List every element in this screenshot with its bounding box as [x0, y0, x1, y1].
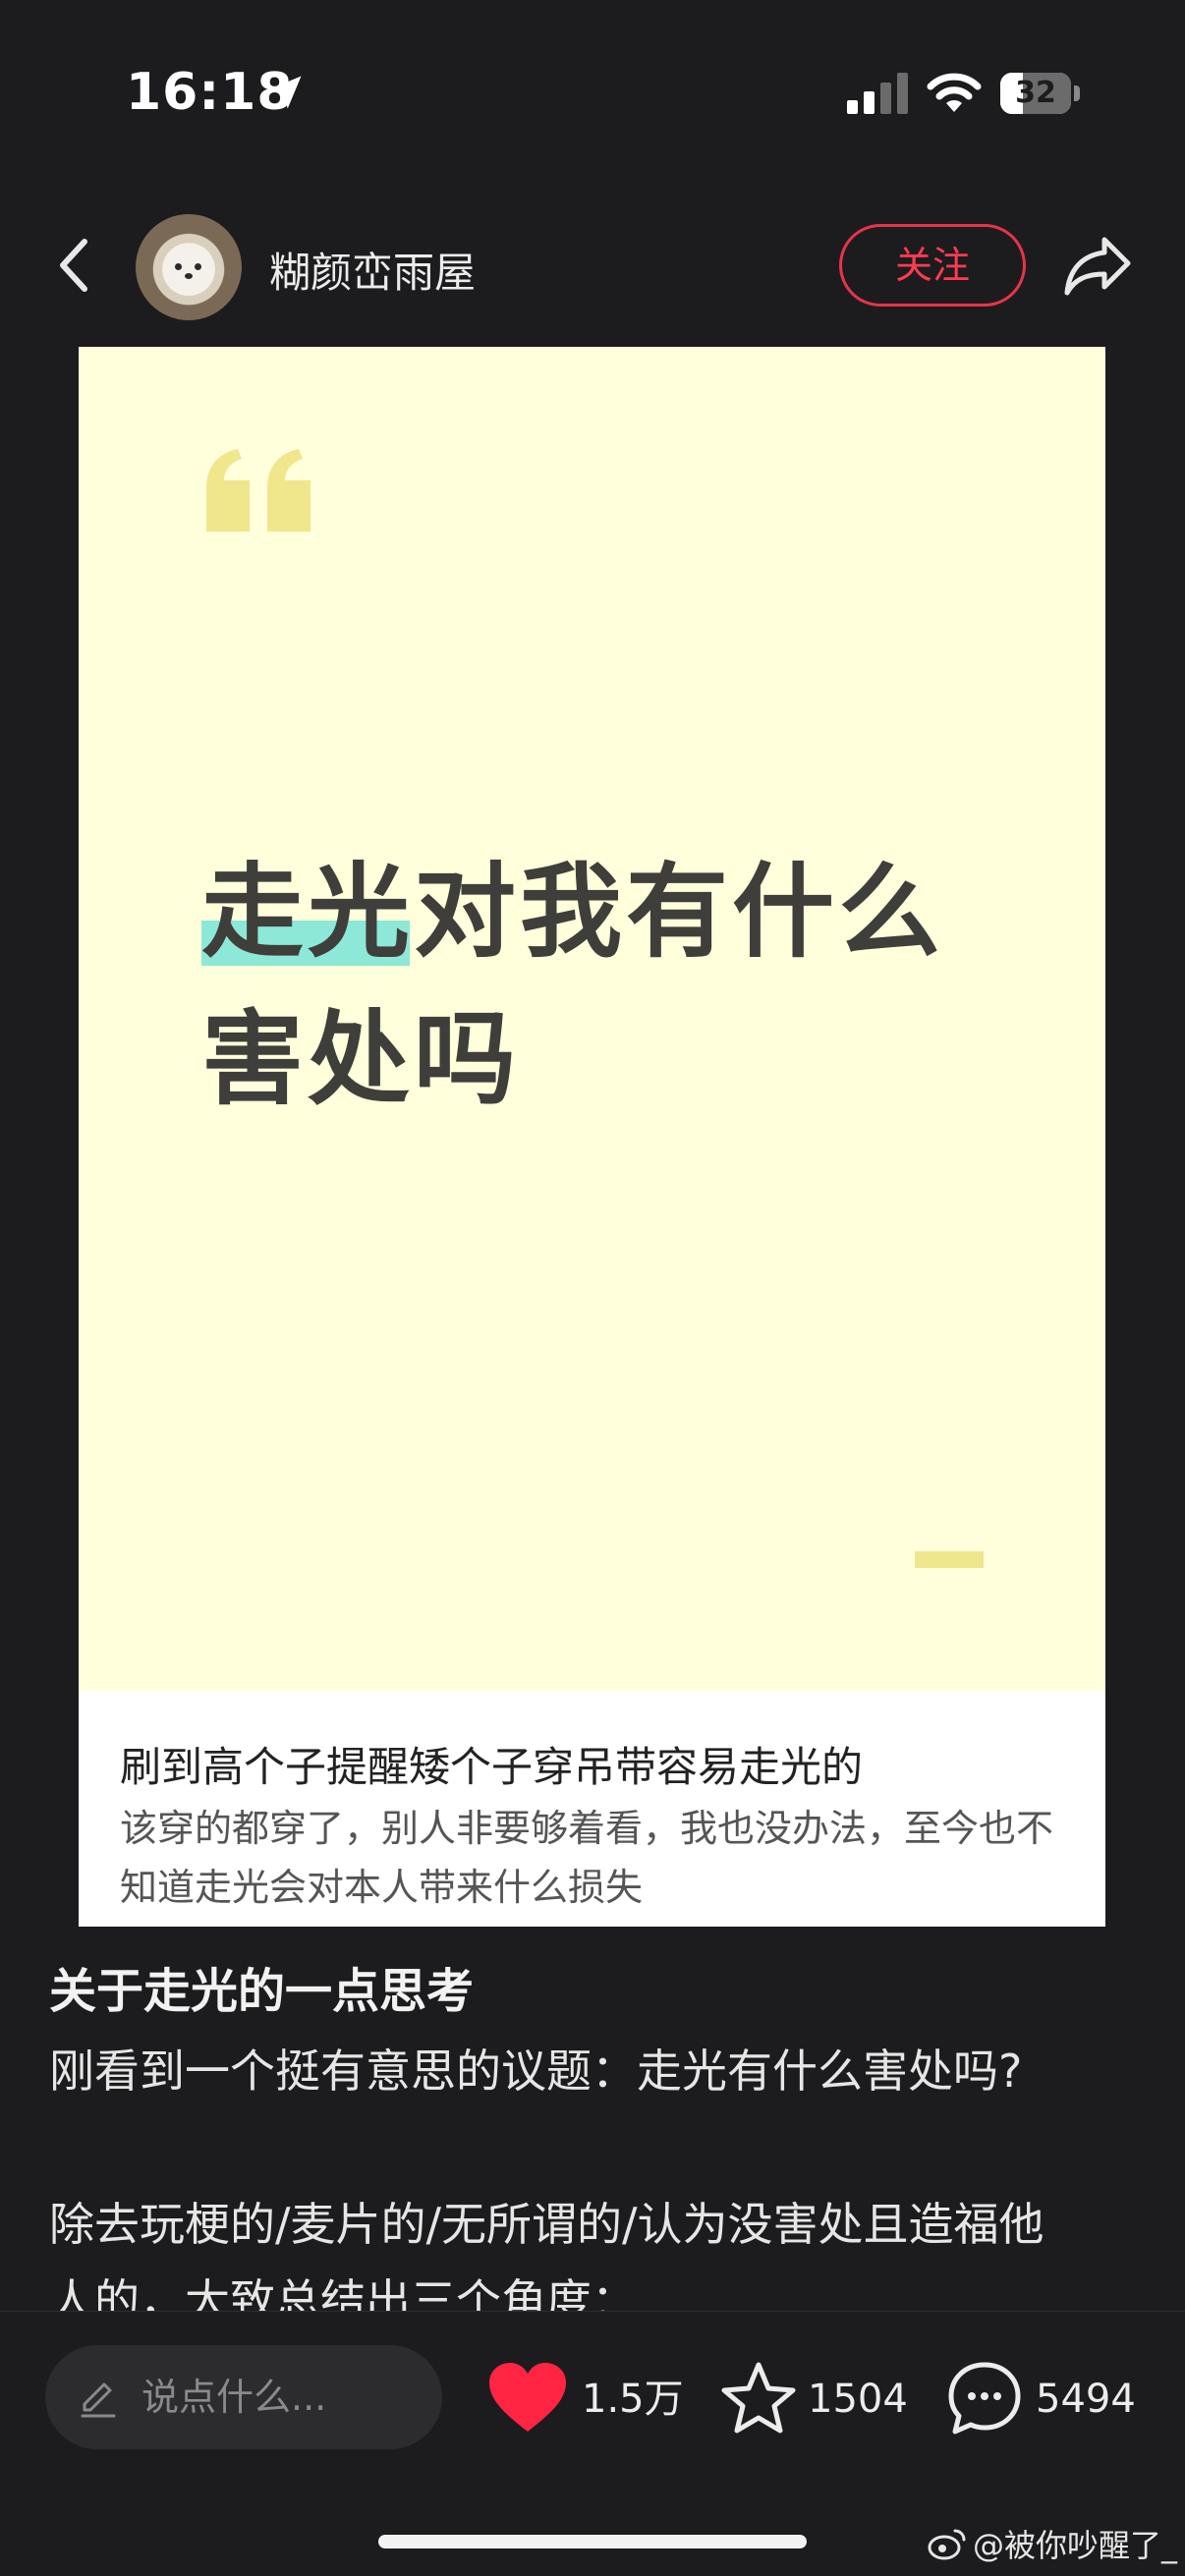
cover-title-line2: 害处吗	[201, 999, 521, 1119]
quote-mark-icon	[206, 449, 310, 532]
avatar-eye-right	[195, 263, 201, 270]
heart-icon	[489, 2363, 566, 2432]
status-bar: 16:18 32	[0, 0, 1185, 187]
watermark: @被你吵醒了_	[928, 2521, 1177, 2566]
battery-icon: 32	[1000, 73, 1080, 114]
card-heading: 刷到高个子提醒矮个子穿吊带容易走光的	[120, 1743, 864, 1791]
favorite-button[interactable]: 1504	[719, 2355, 908, 2443]
favorite-count: 1504	[808, 2377, 908, 2422]
post-title: 关于走光的一点思考	[49, 1964, 475, 2019]
post-line-2: 除去玩梗的/麦片的/无所谓的/认为没害处且造福他	[49, 2198, 1044, 2251]
pencil-icon	[81, 2382, 116, 2418]
post-header: 糊颜峦雨屋 关注	[0, 196, 1185, 334]
cover-title-line1: 走光对我有什么	[201, 852, 945, 972]
location-arrow-icon	[268, 76, 302, 109]
like-button[interactable]: 1.5万	[485, 2355, 684, 2443]
star-icon	[721, 2362, 796, 2434]
avatar[interactable]	[136, 214, 242, 320]
card-caption: 刷到高个子提醒矮个子穿吊带容易走光的 该穿的都穿了，别人非要够着看，我也没办法，…	[79, 1691, 1105, 1927]
avatar-eye-left	[175, 263, 182, 270]
decor-dash	[915, 1551, 984, 1568]
wifi-icon	[927, 73, 982, 112]
signal-icon	[847, 73, 908, 114]
post-content: 关于走光的一点思考 刚看到一个挺有意思的议题：走光有什么害处吗? 除去玩梗的/麦…	[49, 1950, 1140, 2314]
cover-title: 走光对我有什么 害处吗	[201, 838, 1046, 1133]
battery-body: 32	[1000, 73, 1071, 114]
card-cover: 走光对我有什么 害处吗	[79, 347, 1105, 1691]
weibo-icon	[928, 2529, 966, 2560]
watermark-text: @被你吵醒了_	[972, 2527, 1177, 2564]
like-count: 1.5万	[582, 2377, 684, 2422]
comment-bubble-icon	[948, 2362, 1021, 2435]
share-icon[interactable]	[1063, 234, 1134, 297]
avatar-nose	[185, 273, 193, 279]
battery-cap	[1074, 85, 1080, 101]
battery-percentage: 32	[1015, 76, 1056, 110]
comment-placeholder: 说点什么...	[141, 2376, 327, 2419]
post-spacer	[49, 2109, 1140, 2186]
author-name[interactable]: 糊颜峦雨屋	[269, 240, 476, 300]
comment-button[interactable]: 5494	[945, 2355, 1152, 2443]
comment-input[interactable]: 说点什么...	[45, 2345, 442, 2449]
card-body: 该穿的都穿了，别人非要够着看，我也没办法，至今也不知道走光会对本人带来什么损失	[120, 1807, 1054, 1909]
home-indicator[interactable]	[378, 2535, 807, 2548]
back-icon[interactable]	[45, 230, 104, 301]
comment-count: 5494	[1036, 2377, 1136, 2422]
post-image-card[interactable]: 走光对我有什么 害处吗 刷到高个子提醒矮个子穿吊带容易走光的 该穿的都穿了，别人…	[79, 347, 1105, 1927]
follow-button[interactable]: 关注	[839, 224, 1026, 307]
post-line-1: 刚看到一个挺有意思的议题：走光有什么害处吗?	[49, 2044, 1023, 2098]
post-line-3: 人的，大致总结出三个角度：	[49, 2274, 637, 2314]
